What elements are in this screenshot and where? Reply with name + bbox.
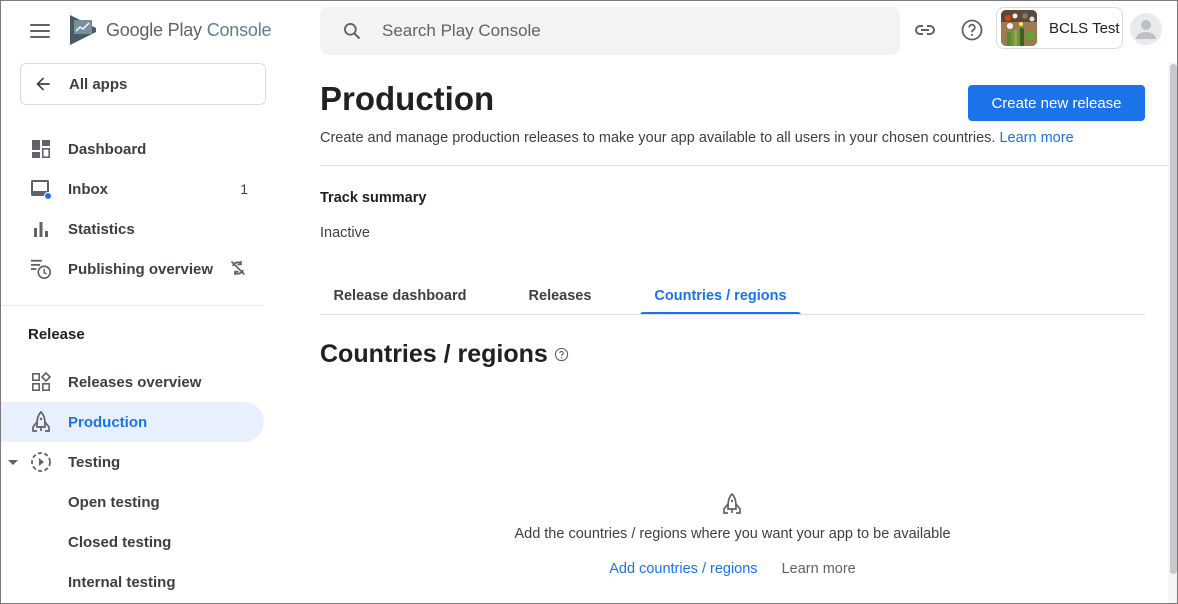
testing-play-icon [30, 451, 52, 473]
sidebar-item-publishing-overview[interactable]: Publishing overview [0, 249, 264, 289]
help-icon[interactable] [554, 347, 569, 362]
sidebar-item-testing[interactable]: Testing [0, 442, 264, 482]
hamburger-menu-icon[interactable] [28, 20, 52, 42]
page-description: Create and manage production releases to… [320, 130, 1074, 146]
schedule-list-icon [30, 258, 52, 280]
play-console-logo[interactable]: Google Play Console [68, 14, 272, 46]
logo-text: Google Play Console [106, 19, 272, 40]
app-name: BCLS Test [1049, 19, 1120, 37]
play-console-logo-icon [70, 15, 96, 45]
empty-state-message: Add the countries / regions where you wa… [514, 526, 951, 542]
add-countries-regions-link[interactable]: Add countries / regions [609, 561, 757, 577]
arrow-back-icon [36, 77, 50, 91]
page-title: Production [320, 80, 495, 117]
description-text: Create and manage production releases to… [320, 130, 996, 146]
sidebar-item-label: Releases overview [68, 373, 202, 391]
sidebar-item-label: Publishing overview [68, 260, 214, 278]
app-thumbnail-image [1001, 10, 1037, 46]
rocket-icon [30, 411, 52, 433]
account-avatar[interactable] [1130, 13, 1162, 45]
main-scrollbar[interactable] [1168, 62, 1178, 604]
tab-releases[interactable]: Releases [510, 277, 610, 315]
bar-chart-icon [30, 218, 52, 240]
section-title: Countries / regions [320, 340, 569, 369]
sidebar-item-production[interactable]: Production [0, 402, 264, 442]
tab-release-dashboard[interactable]: Release dashboard [320, 277, 480, 315]
releases-overview-icon [30, 371, 52, 393]
scrollbar-thumb[interactable] [1170, 64, 1177, 574]
sidebar-item-statistics[interactable]: Statistics [0, 209, 264, 249]
track-summary-title: Track summary [320, 190, 427, 206]
tabs-divider [320, 314, 1145, 315]
sidebar-item-releases-overview[interactable]: Releases overview [0, 362, 264, 402]
sidebar-item-label: Statistics [68, 220, 135, 238]
all-apps-button[interactable]: All apps [20, 63, 266, 105]
empty-state-actions: Add countries / regions Learn more [320, 561, 1145, 577]
sidebar-item-label: Dashboard [68, 140, 147, 158]
learn-more-link[interactable]: Learn more [999, 130, 1073, 146]
link-icon[interactable] [913, 18, 937, 42]
track-status: Inactive [320, 225, 370, 241]
help-icon[interactable] [960, 18, 984, 42]
app-switcher[interactable]: BCLS Test [996, 7, 1123, 49]
sidebar-section-release: Release [28, 326, 85, 343]
all-apps-label: All apps [69, 75, 128, 93]
dashboard-icon [30, 138, 52, 160]
sync-disabled-icon[interactable] [230, 260, 246, 279]
sidebar-item-dashboard[interactable]: Dashboard [0, 129, 264, 169]
sidebar-item-closed-testing[interactable]: Closed testing [68, 534, 171, 551]
section-title-text: Countries / regions [320, 340, 548, 368]
sidebar: Google Play Console All apps Dashboard I… [0, 0, 280, 604]
sidebar-item-label: Testing [68, 453, 121, 471]
sidebar-divider [0, 305, 264, 306]
search-bar[interactable] [320, 7, 900, 55]
sidebar-item-open-testing[interactable]: Open testing [68, 494, 160, 511]
expand-caret-icon[interactable] [8, 459, 18, 465]
sidebar-item-label: Inbox [68, 180, 108, 198]
inbox-icon [30, 178, 52, 200]
sidebar-item-label: Production [68, 413, 148, 431]
tab-countries-regions[interactable]: Countries / regions [640, 277, 801, 315]
header-divider [320, 165, 1168, 166]
search-icon [344, 23, 361, 40]
create-new-release-button[interactable]: Create new release [968, 85, 1145, 121]
empty-state-learn-more-link[interactable]: Learn more [782, 561, 856, 577]
sidebar-item-internal-testing[interactable]: Internal testing [68, 574, 176, 591]
inbox-count-badge: 1 [240, 181, 248, 197]
search-input[interactable] [382, 21, 862, 41]
rocket-icon [723, 493, 741, 514]
sidebar-item-inbox[interactable]: Inbox 1 [0, 169, 264, 209]
